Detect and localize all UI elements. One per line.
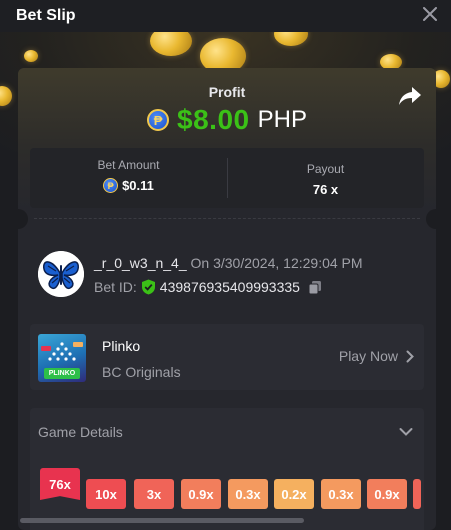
bet-amount-stat: Bet Amount ₱ $0.11 [30,148,227,208]
payout-stat: Payout 76 x [227,148,424,208]
username-line: _r_0_w3_n_4_ On 3/30/2024, 12:29:04 PM [94,255,363,271]
profit-currency: PHP [257,106,307,133]
game-card[interactable]: PLINKO Plinko BC Originals Play Now [30,324,424,390]
bet-amount-value: $0.11 [122,178,154,193]
coin-decoration [274,32,308,46]
coin-decoration [150,32,192,56]
close-icon [423,7,437,21]
profit-row: ₱ $8.00 PHP [18,104,436,136]
game-thumbnail: PLINKO [38,334,86,382]
multiplier-bucket: 10x [86,479,126,509]
share-button[interactable] [398,86,422,106]
payout-label: Payout [306,162,345,176]
bet-id-line: Bet ID: 439876935409993335 [94,279,322,295]
bet-amount-value-row: ₱ $0.11 [30,178,227,193]
play-now-button[interactable]: Play Now [339,348,414,364]
avatar[interactable] [38,251,84,297]
multiplier-buckets: 76x 10x 3x 0.9x 0.3x 0.2x 0.3x 0.9x [40,468,424,512]
ticket-tear-line [34,218,420,219]
coin-decoration [24,50,38,62]
bet-details-card: Profit ₱ $8.00 PHP Bet Amount ₱ $0.11 Pa… [18,68,436,530]
multiplier-bucket: 0.2x [274,479,314,509]
chevron-right-icon [406,350,414,362]
profit-label: Profit [208,84,246,100]
payout-value: 76 x [312,182,339,197]
multiplier-bucket: 0.9x [367,479,407,509]
game-details-section: Game Details 76x 10x 3x 0.9x 0.3x 0.2x 0.3x 0.9… [30,408,424,530]
game-details-title[interactable]: Game Details [38,424,123,440]
bet-id-label: Bet ID: [94,279,137,295]
multiplier-bucket: 0.9x [181,479,221,509]
multiplier-bucket: 3x [134,479,174,509]
coin-decoration [0,86,12,106]
horizontal-scrollbar[interactable] [20,518,304,523]
player-info: _r_0_w3_n_4_ On 3/30/2024, 12:29:04 PM B… [38,251,428,301]
game-provider: BC Originals [102,364,181,380]
game-thumbnail-text: PLINKO [48,370,76,377]
bet-date: On 3/30/2024, 12:29:04 PM [190,255,363,271]
multiplier-bucket [413,479,421,509]
username[interactable]: _r_0_w3_n_4_ [94,255,187,271]
peso-coin-icon: ₱ [147,109,170,131]
bet-slip-header: Bet Slip [0,0,451,32]
butterfly-icon [38,251,84,297]
bet-stats: Bet Amount ₱ $0.11 Payout 76 x [30,148,424,208]
multiplier-bucket: 0.3x [321,479,361,509]
chevron-down-icon [399,428,413,436]
play-now-label: Play Now [338,348,398,364]
ticket-notch-left [18,209,28,229]
bet-id-value: 439876935409993335 [159,279,300,295]
bet-amount-label: Bet Amount [97,158,160,172]
game-name: Plinko [102,338,141,354]
profit-amount: $8.00 [177,104,250,135]
peso-coin-icon: ₱ [103,178,119,193]
share-icon [399,87,421,105]
expand-details-button[interactable] [398,424,414,440]
close-button[interactable] [421,6,439,24]
multiplier-bucket-active: 76x [40,468,80,500]
copy-icon[interactable] [308,280,322,295]
window-title: Bet Slip [16,7,76,24]
multiplier-bucket: 0.3x [228,479,268,509]
ticket-notch-right [426,209,436,229]
verified-shield-icon [141,279,155,295]
